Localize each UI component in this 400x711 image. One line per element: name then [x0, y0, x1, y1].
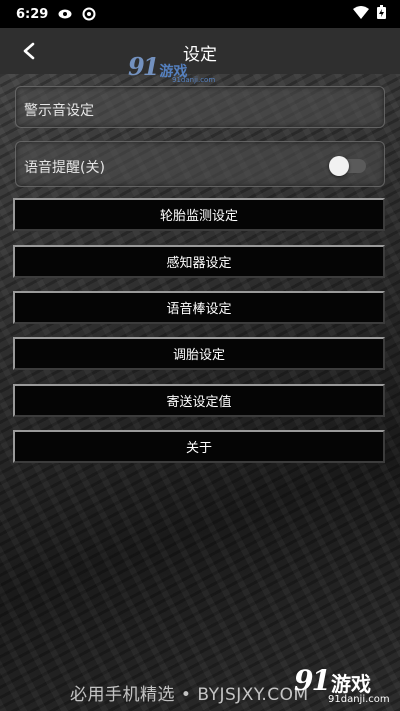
button-label: 寄送设定值	[166, 395, 232, 410]
status-time: 6:29	[16, 6, 49, 22]
wifi-icon	[353, 5, 369, 23]
page-title: 设定	[183, 45, 217, 65]
button-label: 关于	[185, 441, 212, 456]
watermark-logo-text: 游戏	[330, 672, 371, 696]
watermark-logo-number: 91	[128, 52, 159, 81]
voice-reminder-label: 语音提醒(关)	[24, 160, 105, 176]
voice-reminder-setting: 语音提醒(关)	[15, 141, 385, 187]
button-label: 轮胎监测设定	[159, 209, 238, 224]
app-bar: 设定	[0, 28, 400, 74]
tire-monitor-settings-button[interactable]: 轮胎监测设定	[13, 198, 385, 231]
send-settings-button[interactable]: 寄送设定值	[13, 384, 385, 417]
watermark-logo: 91 游戏	[294, 664, 371, 697]
alert-sound-label: 警示音设定	[24, 103, 94, 119]
watermark-text: 必用手机精选 • BYJSJXY.COM	[70, 685, 309, 705]
bottom-watermark: 必用手机精选 • BYJSJXY.COM 91 游戏 91danji.com	[0, 664, 400, 711]
about-button[interactable]: 关于	[13, 430, 385, 463]
toggle-knob	[329, 156, 349, 176]
watermark-url: 91danji.com	[172, 76, 216, 84]
watermark-url: 91danji.com	[328, 694, 390, 705]
battery-icon	[377, 5, 386, 23]
watermark-top: 91 游戏 91danji.com	[128, 52, 215, 84]
alert-sound-setting[interactable]: 警示音设定	[15, 86, 385, 128]
watermark-logo-number: 91	[294, 664, 331, 697]
voice-stick-settings-button[interactable]: 语音棒设定	[13, 291, 385, 324]
status-bar: 6:29	[0, 0, 400, 28]
button-label: 感知器设定	[166, 256, 232, 271]
voice-reminder-toggle[interactable]	[329, 156, 366, 176]
sync-icon	[82, 7, 96, 21]
sensor-settings-button[interactable]: 感知器设定	[13, 245, 385, 278]
button-label: 语音棒设定	[166, 302, 232, 317]
button-label: 调胎设定	[172, 348, 225, 363]
tire-swap-settings-button[interactable]: 调胎设定	[13, 337, 385, 370]
eye-icon	[58, 7, 72, 21]
